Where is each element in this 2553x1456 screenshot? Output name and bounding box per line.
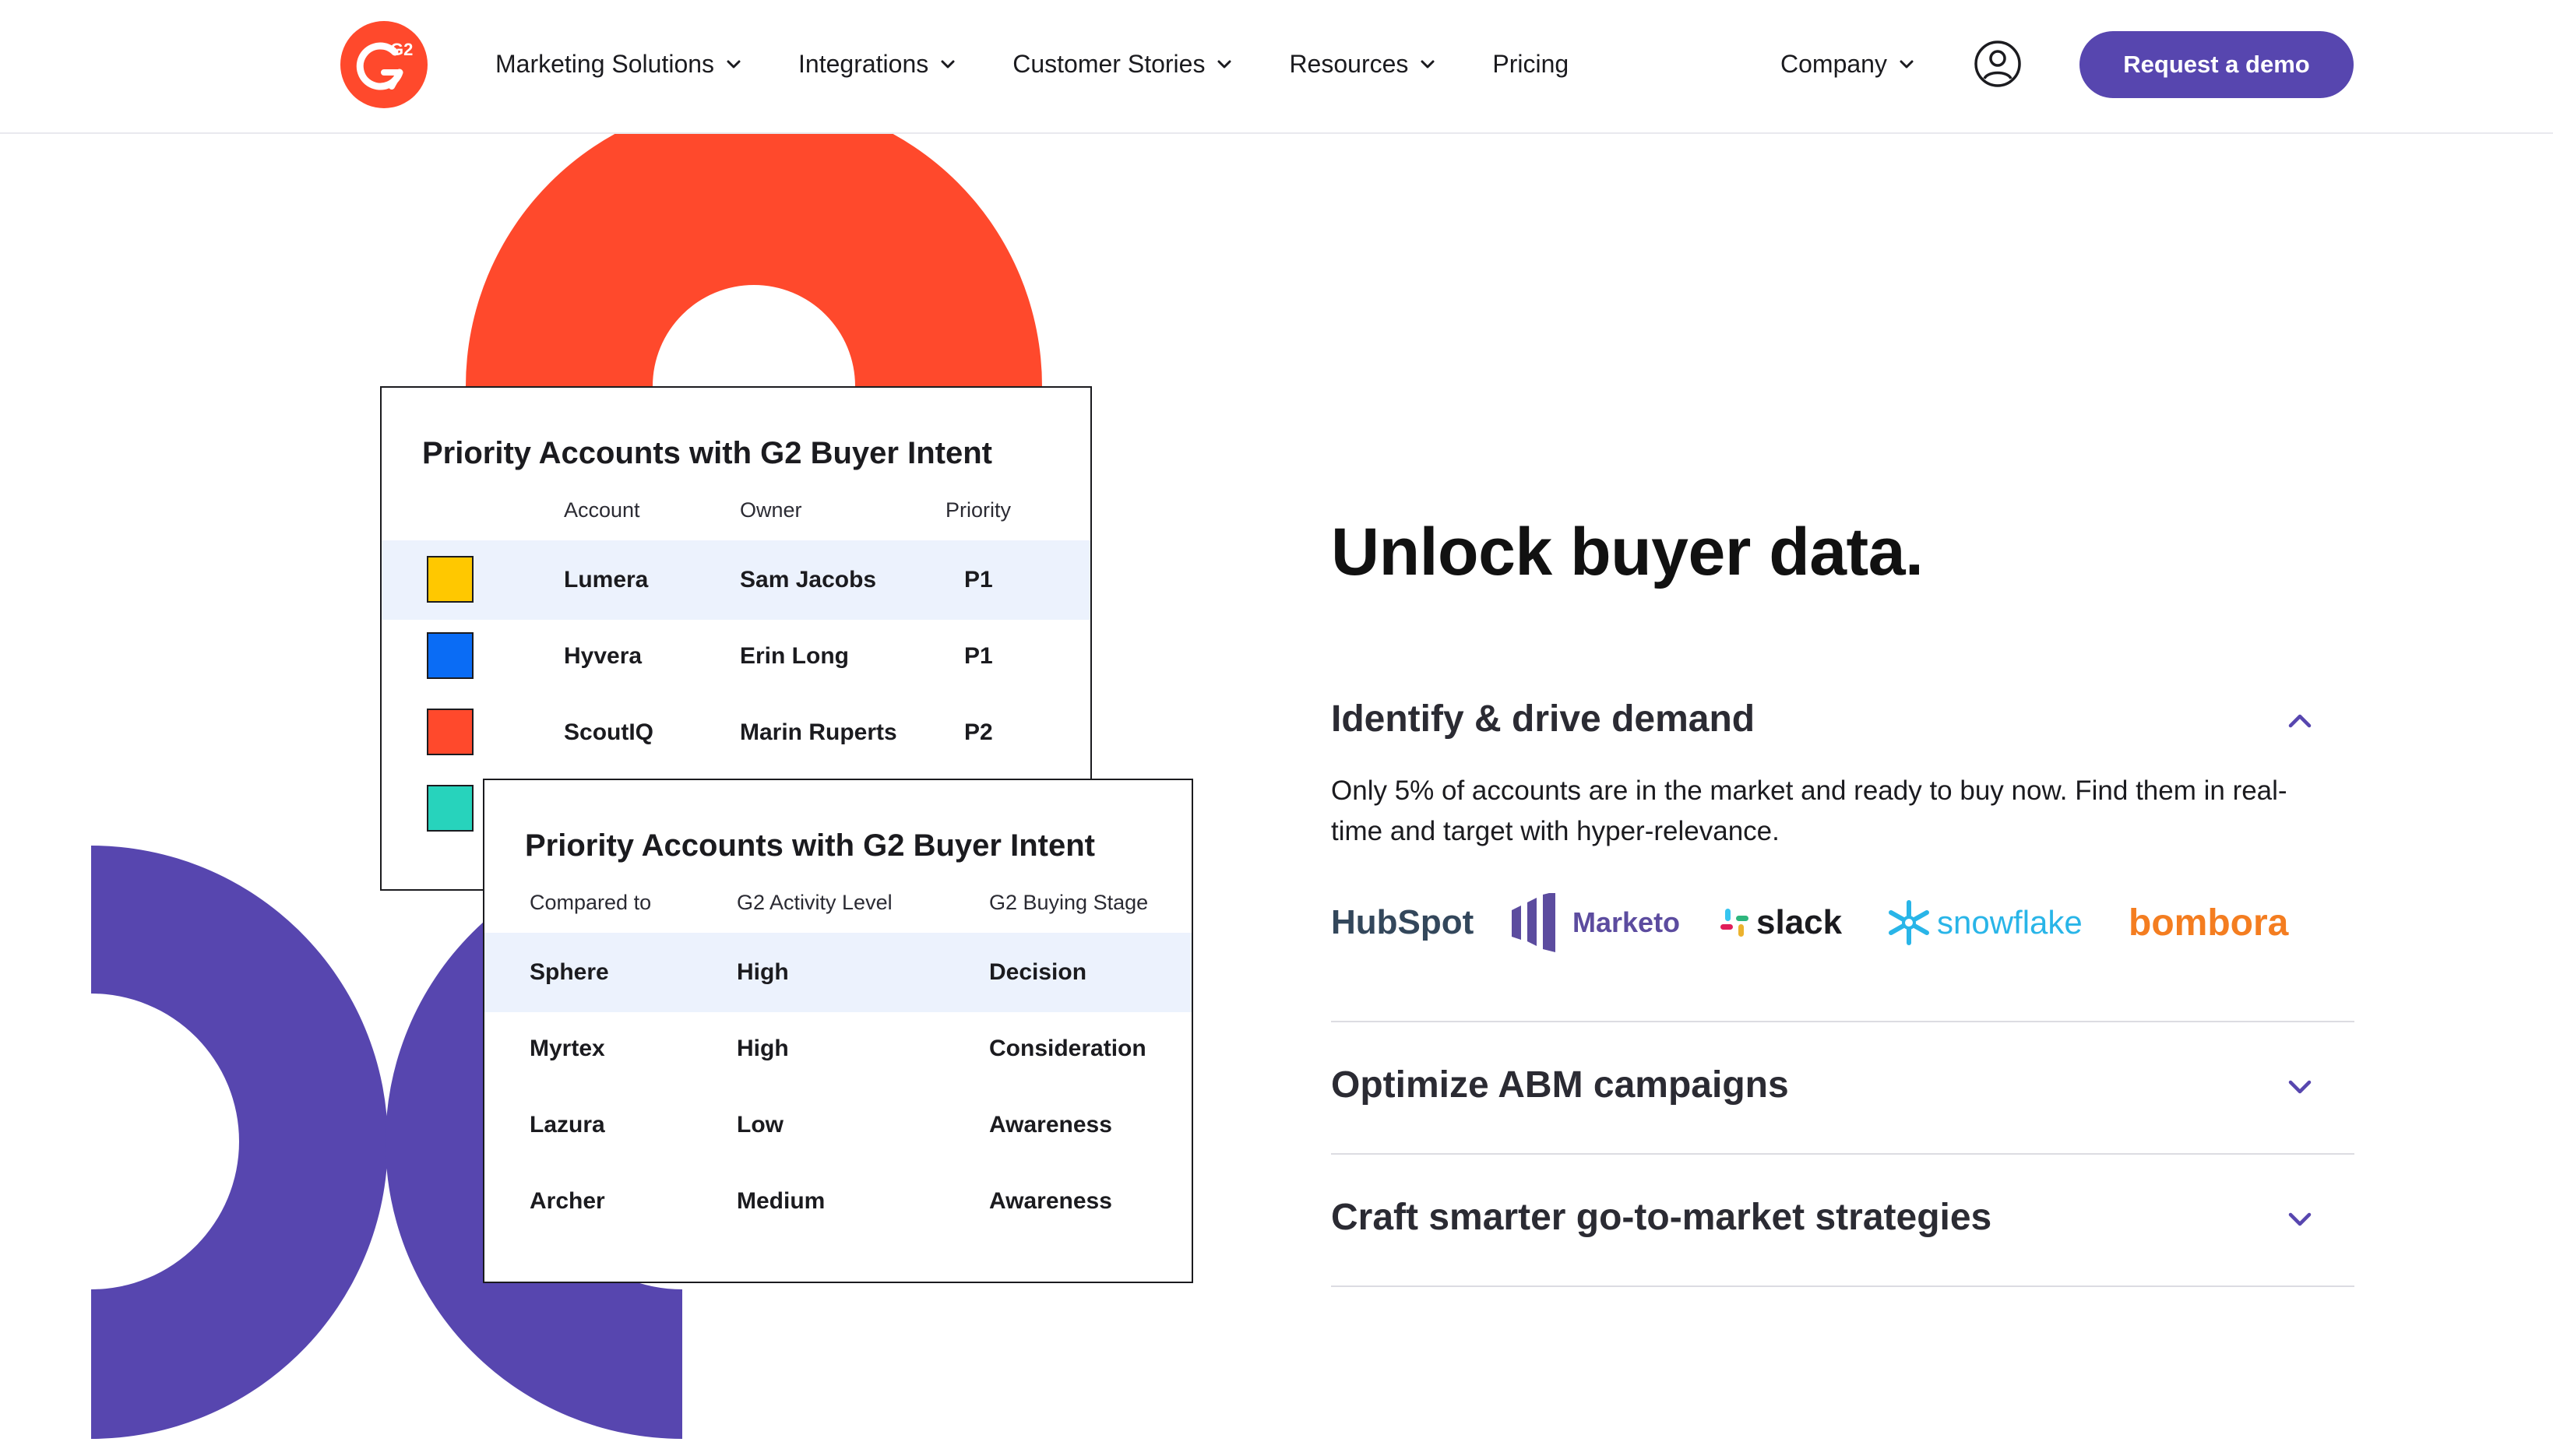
table-row: Sphere High Decision bbox=[484, 933, 1192, 1012]
account-name: Hyvera bbox=[564, 643, 643, 669]
bombora-logo-text: bombora bbox=[2129, 902, 2289, 944]
nav-pricing[interactable]: Pricing bbox=[1492, 50, 1569, 79]
chevron-down-icon[interactable] bbox=[2283, 1202, 2317, 1236]
accordion-divider bbox=[1331, 1021, 2354, 1022]
compared-to-value: Archer bbox=[530, 1188, 605, 1214]
slack-logo: slack bbox=[1719, 888, 1842, 958]
red-arch-shape bbox=[466, 134, 1042, 386]
chevron-down-icon bbox=[1421, 60, 1435, 69]
accordion-title[interactable]: Craft smarter go-to-market strategies bbox=[1331, 1196, 1991, 1239]
column-header-compared-to: Compared to bbox=[530, 891, 652, 914]
nav-label: Pricing bbox=[1492, 49, 1569, 78]
column-header-account: Account bbox=[564, 498, 640, 522]
nav-marketing-solutions[interactable]: Marketing Solutions bbox=[495, 50, 744, 79]
nav-label: Company bbox=[1780, 49, 1887, 78]
nav-company[interactable]: Company bbox=[1780, 47, 1917, 81]
chevron-down-icon bbox=[1217, 60, 1231, 69]
bombora-logo: bombora bbox=[2129, 888, 2288, 958]
buying-stage-value: Awareness bbox=[989, 1112, 1112, 1138]
activity-level-value: High bbox=[737, 1036, 789, 1061]
g2-logo-text: G2 bbox=[390, 40, 413, 59]
column-header-priority: Priority bbox=[945, 498, 1012, 522]
buying-stage-value: Consideration bbox=[989, 1036, 1146, 1061]
accordion-optimize-abm[interactable]: Optimize ABM campaigns bbox=[1331, 1064, 2354, 1110]
chevron-down-icon bbox=[1900, 60, 1914, 69]
slack-logo-text: slack bbox=[1756, 903, 1843, 941]
marketo-logo: Marketo bbox=[1510, 888, 1680, 958]
marketo-bars-icon bbox=[1512, 893, 1555, 952]
priority-value: P1 bbox=[964, 643, 993, 669]
snowflake-icon bbox=[1889, 900, 1929, 945]
table-row: Lumera Sam Jacobs P1 bbox=[382, 540, 1090, 620]
table-row: Lazura Low Awareness bbox=[484, 1085, 1192, 1165]
chevron-down-icon bbox=[941, 60, 955, 69]
snowflake-logo: snowflake bbox=[1886, 888, 2083, 958]
priority-value: P1 bbox=[964, 567, 993, 593]
snowflake-logo-text: snowflake bbox=[1937, 904, 2083, 941]
compared-to-value: Lazura bbox=[530, 1112, 605, 1138]
accordion-body-text: Only 5% of accounts are in the market an… bbox=[1331, 775, 2287, 846]
nav-label: Marketing Solutions bbox=[495, 49, 715, 78]
chevron-down-icon[interactable] bbox=[2283, 1070, 2317, 1104]
accordion-identify-demand[interactable]: Identify & drive demand bbox=[1331, 698, 2354, 744]
compared-to-value: Sphere bbox=[530, 959, 609, 985]
accordion-title[interactable]: Optimize ABM campaigns bbox=[1331, 1064, 1789, 1106]
nav-label: Customer Stories bbox=[1012, 49, 1206, 78]
compared-to-value: Myrtex bbox=[530, 1036, 605, 1061]
activity-level-value: High bbox=[737, 959, 789, 985]
card-title: Priority Accounts with G2 Buyer Intent bbox=[525, 828, 1095, 863]
hubspot-logo-text: HubSpot bbox=[1331, 903, 1474, 941]
account-color-swatch bbox=[427, 632, 474, 679]
table-row: Hyvera Erin Long P1 bbox=[382, 617, 1090, 696]
chevron-up-icon[interactable] bbox=[2283, 704, 2317, 738]
priority-accounts-card-activity: Priority Accounts with G2 Buyer Intent C… bbox=[483, 779, 1193, 1283]
buying-stage-value: Decision bbox=[989, 959, 1087, 985]
site-header: G2 Marketing Solutions Integrations Cust… bbox=[0, 0, 2553, 134]
table-row: ScoutIQ Marin Ruperts P2 bbox=[382, 693, 1090, 772]
partner-logos: HubSpot Marketo slack snowflake bombora bbox=[1331, 888, 2354, 958]
owner-name: Sam Jacobs bbox=[740, 567, 877, 593]
account-color-swatch bbox=[427, 556, 474, 603]
nav-integrations[interactable]: Integrations bbox=[798, 50, 958, 79]
buying-stage-value: Awareness bbox=[989, 1188, 1112, 1214]
card-title: Priority Accounts with G2 Buyer Intent bbox=[422, 436, 992, 470]
user-circle-icon[interactable] bbox=[1974, 40, 2022, 88]
request-demo-button[interactable]: Request a demo bbox=[2079, 31, 2354, 98]
column-header-buying-stage: G2 Buying Stage bbox=[989, 891, 1149, 914]
activity-level-value: Medium bbox=[737, 1188, 826, 1214]
main-nav: Marketing Solutions Integrations Custome… bbox=[495, 47, 1623, 81]
account-color-swatch bbox=[427, 709, 474, 755]
hubspot-logo: HubSpot bbox=[1331, 888, 1474, 958]
g2-logo[interactable]: G2 bbox=[340, 21, 428, 108]
nav-resources[interactable]: Resources bbox=[1289, 50, 1438, 79]
section-headline: Unlock buyer data. bbox=[1331, 515, 1924, 589]
table-row: Archer Medium Awareness bbox=[484, 1162, 1192, 1241]
account-color-swatch bbox=[427, 785, 474, 832]
column-header-activity-level: G2 Activity Level bbox=[737, 891, 893, 914]
g2-logo-mark-icon: G2 bbox=[356, 40, 413, 90]
accordion-divider bbox=[1331, 1285, 2354, 1287]
nav-label: Integrations bbox=[798, 49, 929, 78]
marketo-logo-text: Marketo bbox=[1572, 906, 1681, 938]
accordion-title[interactable]: Identify & drive demand bbox=[1331, 698, 1755, 740]
priority-value: P2 bbox=[964, 719, 993, 745]
column-header-owner: Owner bbox=[740, 498, 802, 522]
activity-level-value: Low bbox=[737, 1112, 784, 1138]
accordion-divider bbox=[1331, 1153, 2354, 1155]
slack-hash-icon bbox=[1720, 909, 1748, 937]
owner-name: Erin Long bbox=[740, 643, 849, 669]
purple-half-circle-left bbox=[91, 846, 388, 1439]
table-row: Myrtex High Consideration bbox=[484, 1009, 1192, 1088]
account-name: ScoutIQ bbox=[564, 719, 654, 745]
accordion-gtm-strategies[interactable]: Craft smarter go-to-market strategies bbox=[1331, 1196, 2354, 1243]
account-name: Lumera bbox=[564, 567, 649, 593]
chevron-down-icon bbox=[727, 60, 741, 69]
nav-customer-stories[interactable]: Customer Stories bbox=[1012, 50, 1234, 79]
owner-name: Marin Ruperts bbox=[740, 719, 897, 745]
nav-label: Resources bbox=[1289, 49, 1409, 78]
